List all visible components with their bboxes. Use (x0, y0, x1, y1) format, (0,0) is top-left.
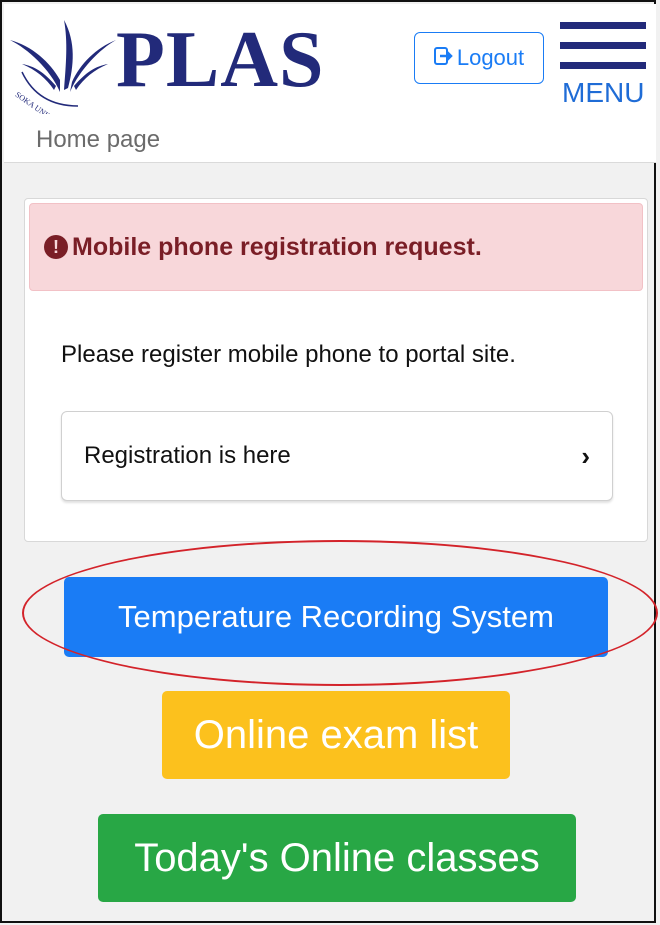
registration-link[interactable]: Registration is here › (61, 411, 613, 501)
seal-text: SOKA UNIVERSITY (14, 90, 78, 114)
header: SOKA UNIVERSITY PLAS Logout MENU Home pa… (4, 4, 656, 163)
alert-banner: ! Mobile phone registration request. (29, 203, 643, 291)
temperature-button-label: Temperature Recording System (118, 599, 554, 634)
plas-logo[interactable]: SOKA UNIVERSITY PLAS (8, 14, 348, 138)
notice-body-text: Please register mobile phone to portal s… (61, 341, 516, 368)
temperature-recording-button[interactable]: Temperature Recording System (64, 577, 608, 657)
notice-card: ! Mobile phone registration request. Ple… (24, 198, 648, 542)
alert-text: Mobile phone registration request. (72, 232, 482, 261)
todays-online-classes-button[interactable]: Today's Online classes (98, 814, 576, 902)
menu-button[interactable]: MENU (560, 22, 646, 108)
today-button-label: Today's Online classes (134, 835, 540, 880)
exam-button-label: Online exam list (193, 712, 479, 757)
exclamation-circle-icon: ! (44, 235, 68, 259)
menu-label: MENU (562, 77, 645, 108)
logout-arrow-icon (433, 45, 454, 71)
logout-button[interactable]: Logout (414, 32, 544, 84)
chevron-right-icon: › (581, 440, 590, 471)
logout-label: Logout (456, 45, 525, 70)
leaf-logo-icon: SOKA UNIVERSITY (10, 20, 116, 138)
app-frame: SOKA UNIVERSITY PLAS Logout MENU Home pa… (0, 0, 656, 923)
breadcrumb: Home page (36, 126, 161, 153)
online-exam-list-button[interactable]: Online exam list (162, 691, 510, 779)
registration-link-label: Registration is here (84, 442, 291, 469)
logo-text: PLAS (116, 16, 325, 104)
